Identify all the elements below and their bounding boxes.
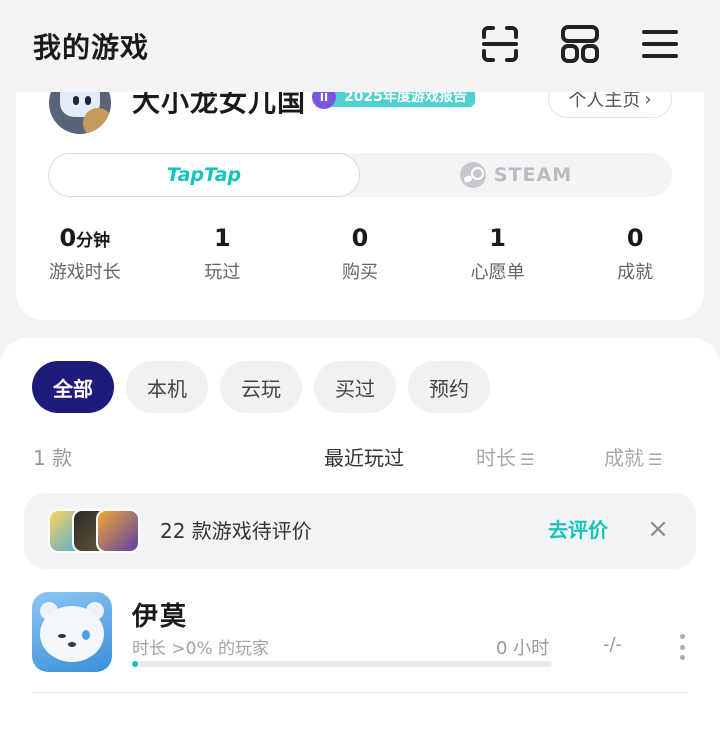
stat-label: 心愿单 xyxy=(470,262,525,283)
tab-steam[interactable]: STEAM xyxy=(360,153,672,197)
stat-purchased[interactable]: 0 购买 xyxy=(291,224,429,284)
bear-eye xyxy=(82,630,90,640)
tab-taptap[interactable]: TapTap xyxy=(48,153,360,197)
filter-cloud[interactable]: 云玩 xyxy=(220,361,302,413)
avatar-eye xyxy=(73,96,79,105)
stat-playtime[interactable]: 0分钟 游戏时长 xyxy=(16,224,154,284)
sort-icon: ☰ xyxy=(648,450,663,469)
pending-game-thumbnails xyxy=(48,509,148,553)
game-subtitle: 时长 >0% 的玩家 xyxy=(132,639,270,659)
stat-unit: 分钟 xyxy=(76,231,111,251)
stat-value: 0分钟 xyxy=(59,224,111,252)
stat-value: 0 xyxy=(626,224,644,252)
game-icon xyxy=(32,592,112,672)
page-title: 我的游戏 xyxy=(33,31,150,64)
filter-reserved[interactable]: 预约 xyxy=(408,361,490,413)
go-review-button[interactable]: 去评价 xyxy=(548,514,608,543)
stat-wishlist[interactable]: 1 心愿单 xyxy=(429,224,567,284)
avatar-eye xyxy=(85,96,91,105)
scan-icon[interactable] xyxy=(478,22,522,66)
game-name: 伊莫 xyxy=(132,602,189,632)
sort-bar: 1 款 最近玩过 时长 ☰ 成就 ☰ xyxy=(0,438,720,474)
platform-toggle: TapTap STEAM xyxy=(48,153,672,197)
taptap-logo: TapTap xyxy=(166,164,242,186)
sort-duration-label: 时长 xyxy=(476,446,516,470)
filter-local[interactable]: 本机 xyxy=(126,361,208,413)
game-achievements: -/- xyxy=(603,634,623,655)
sort-achievements-label: 成就 xyxy=(604,446,644,470)
sort-icon: ☰ xyxy=(520,450,535,469)
grid-icon[interactable] xyxy=(558,22,602,66)
stat-value: 1 xyxy=(214,224,231,252)
review-banner[interactable]: 22 款游戏待评价 去评价 × xyxy=(24,493,696,569)
top-header: 我的游戏 xyxy=(0,0,720,92)
filter-bought[interactable]: 买过 xyxy=(314,361,396,413)
bear-nose xyxy=(68,642,76,647)
playtime-progress-fill xyxy=(132,661,138,667)
stat-label: 玩过 xyxy=(204,262,241,283)
close-icon[interactable]: × xyxy=(644,515,672,543)
stat-value: 1 xyxy=(489,224,506,252)
filter-chips: 全部 本机 云玩 买过 预约 xyxy=(32,361,490,413)
stat-value: 0 xyxy=(351,224,369,252)
stat-label: 成就 xyxy=(617,262,654,283)
stat-label: 购买 xyxy=(341,262,378,283)
game-hours: 0 小时 xyxy=(496,638,550,659)
bear-head xyxy=(40,606,104,662)
steam-icon xyxy=(459,162,486,188)
steam-label: STEAM xyxy=(493,164,573,186)
game-row[interactable]: 伊莫 时长 >0% 的玩家 0 小时 -/- xyxy=(0,588,720,694)
sort-duration[interactable]: 时长 ☰ xyxy=(476,442,534,471)
more-options-icon[interactable] xyxy=(674,634,690,660)
game-count: 1 款 xyxy=(33,446,73,470)
playtime-progress-track xyxy=(132,661,552,667)
bear-eye xyxy=(58,634,66,638)
game-thumbnail xyxy=(96,509,140,553)
avatar-frame xyxy=(83,108,111,134)
sort-recent-played[interactable]: 最近玩过 xyxy=(324,442,404,471)
games-panel: 全部 本机 云玩 买过 预约 1 款 最近玩过 时长 ☰ 成就 ☰ 22 款游戏待评… xyxy=(0,338,720,747)
stat-label: 游戏时长 xyxy=(48,262,121,283)
stats-row: 0分钟 游戏时长 1 玩过 0 购买 1 心愿单 0 成就 xyxy=(16,224,704,284)
stat-achievements[interactable]: 0 成就 xyxy=(566,224,704,284)
menu-icon[interactable] xyxy=(638,22,682,66)
filter-all[interactable]: 全部 xyxy=(32,361,114,413)
review-banner-text: 22 款游戏待评价 xyxy=(160,519,312,543)
row-divider xyxy=(32,692,688,693)
stat-played[interactable]: 1 玩过 xyxy=(154,224,292,284)
sort-achievements[interactable]: 成就 ☰ xyxy=(604,442,662,471)
